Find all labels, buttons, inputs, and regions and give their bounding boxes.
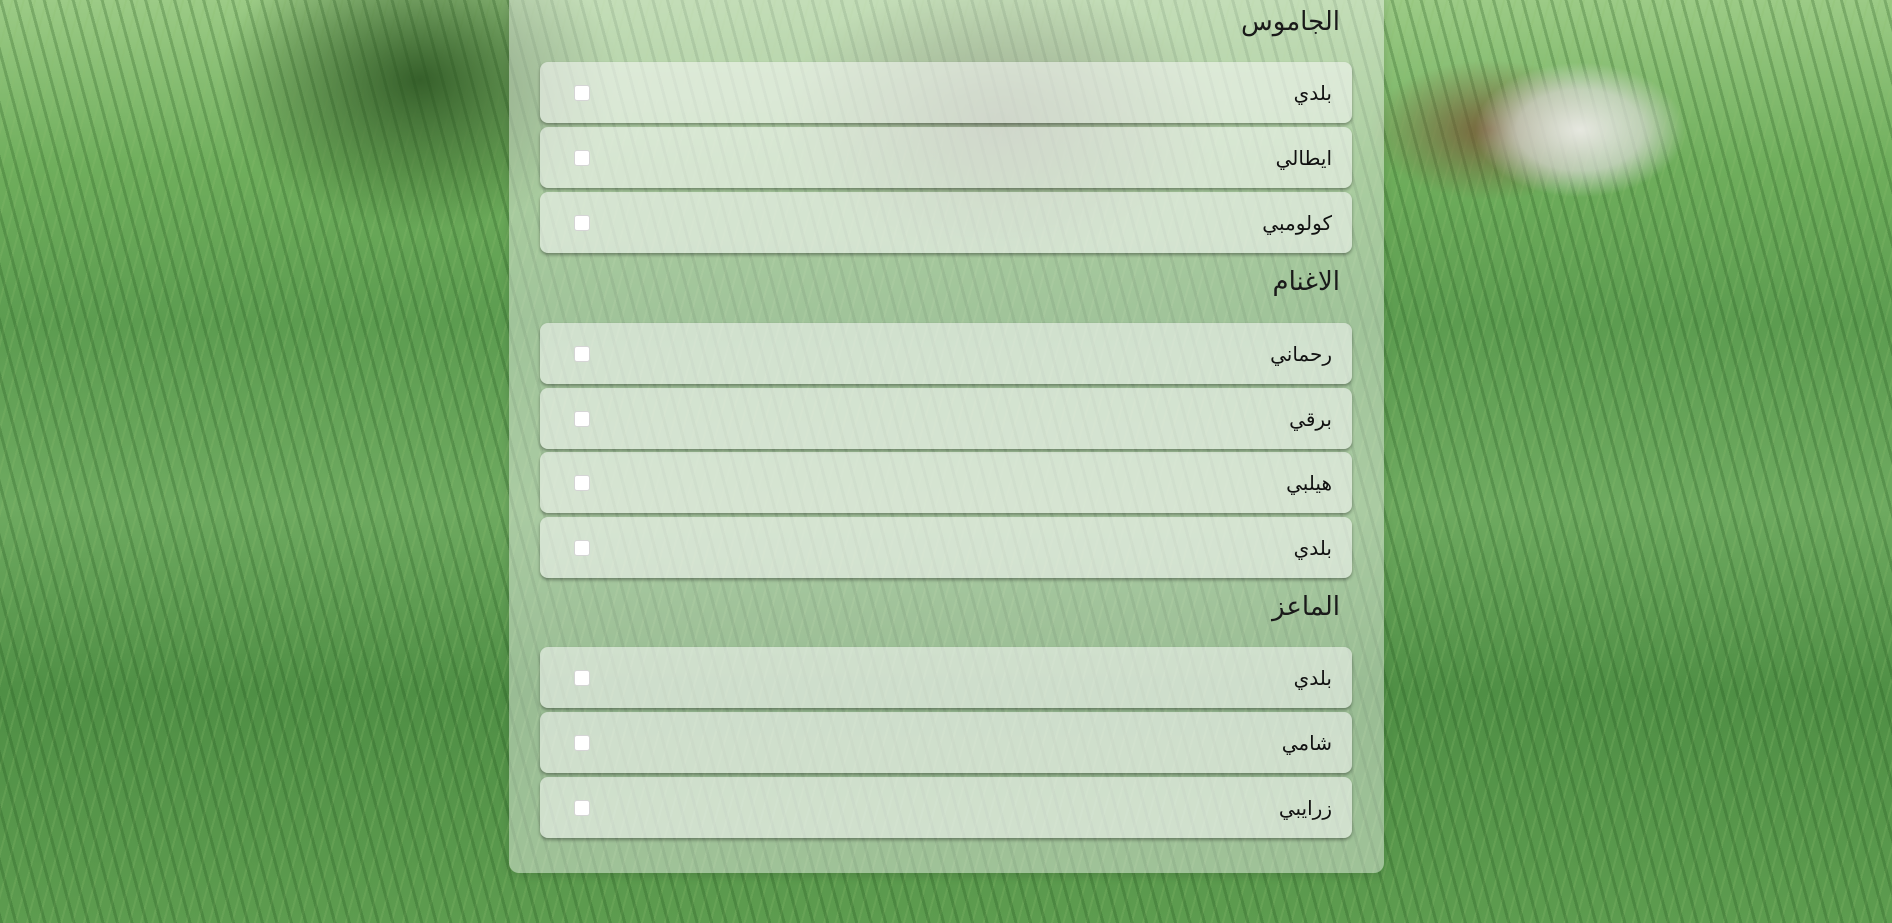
checkbox[interactable] bbox=[574, 539, 590, 556]
option-label: هيلبي bbox=[1286, 470, 1332, 495]
checkbox[interactable] bbox=[574, 474, 590, 491]
option-label: بلدي bbox=[1293, 665, 1332, 690]
option-goat-baladi[interactable]: بلدي bbox=[540, 647, 1352, 708]
option-label: ايطالي bbox=[1275, 145, 1332, 170]
option-sheep-barqi[interactable]: برقي bbox=[540, 388, 1352, 449]
section-title-buffalo: الجاموس bbox=[1241, 7, 1340, 37]
option-label: بلدي bbox=[1293, 535, 1332, 560]
breed-selection-panel: الجاموس بلدي ايطالي كولومبي الاغنام رحما… bbox=[509, 0, 1384, 873]
checkbox[interactable] bbox=[574, 669, 590, 686]
checkbox[interactable] bbox=[574, 799, 590, 816]
checkbox[interactable] bbox=[574, 410, 590, 427]
section-title-goats: الماعز bbox=[1272, 592, 1340, 622]
checkbox[interactable] bbox=[574, 84, 590, 101]
checkbox[interactable] bbox=[574, 214, 590, 231]
option-goat-zaraibi[interactable]: زرايبي bbox=[540, 777, 1352, 838]
option-label: شامي bbox=[1281, 730, 1332, 755]
option-sheep-rahmani[interactable]: رحماني bbox=[540, 323, 1352, 384]
option-buffalo-colombian[interactable]: كولومبي bbox=[540, 192, 1352, 253]
option-goat-shami[interactable]: شامي bbox=[540, 712, 1352, 773]
option-sheep-baladi[interactable]: بلدي bbox=[540, 517, 1352, 578]
option-buffalo-baladi[interactable]: بلدي bbox=[540, 62, 1352, 123]
option-label: برقي bbox=[1289, 406, 1332, 431]
option-sheep-hilbi[interactable]: هيلبي bbox=[540, 452, 1352, 513]
checkbox[interactable] bbox=[574, 345, 590, 362]
checkbox[interactable] bbox=[574, 149, 590, 166]
section-title-sheep: الاغنام bbox=[1272, 267, 1340, 297]
option-buffalo-italian[interactable]: ايطالي bbox=[540, 127, 1352, 188]
option-label: رحماني bbox=[1270, 341, 1332, 366]
option-label: زرايبي bbox=[1278, 795, 1332, 820]
option-label: بلدي bbox=[1293, 80, 1332, 105]
option-label: كولومبي bbox=[1262, 210, 1332, 235]
checkbox[interactable] bbox=[574, 734, 590, 751]
